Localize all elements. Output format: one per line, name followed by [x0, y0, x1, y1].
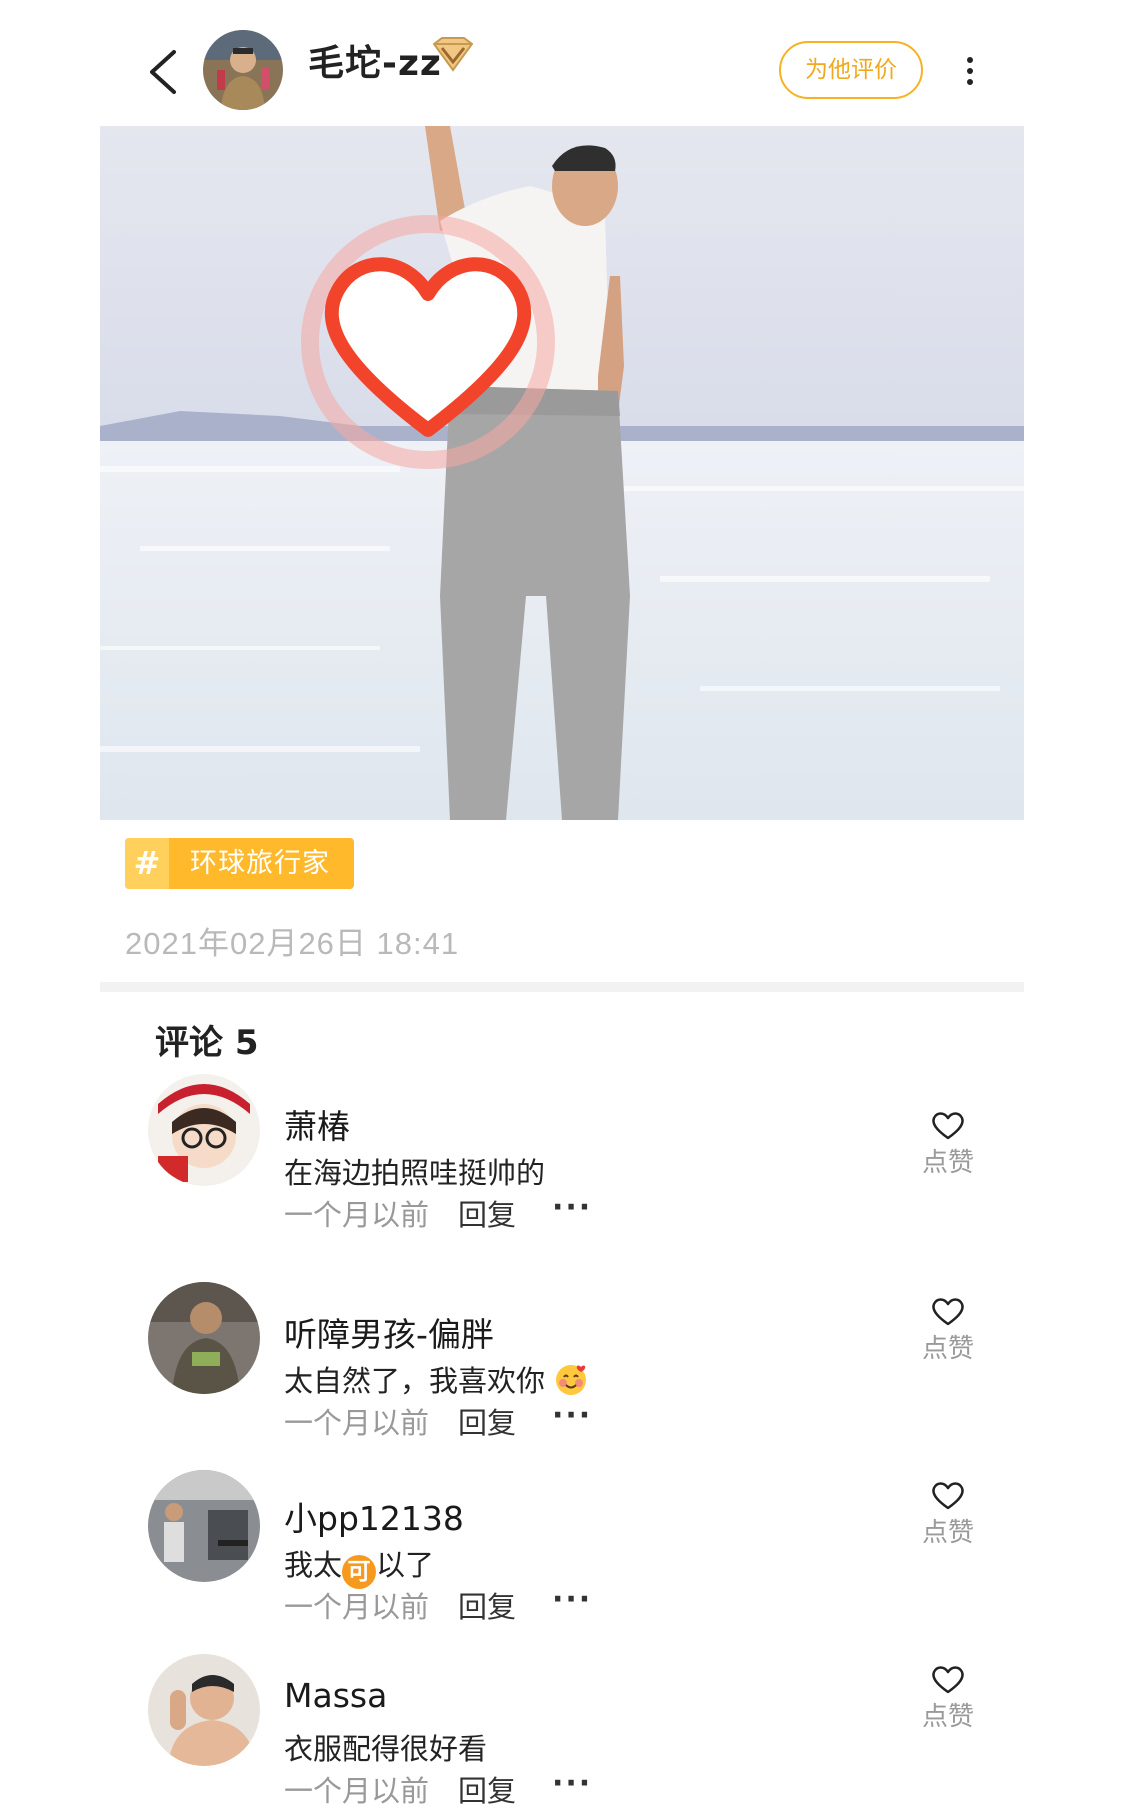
- reply-button[interactable]: 回复: [458, 1768, 516, 1810]
- smiling-face-with-hearts-emoji-icon: [556, 1365, 587, 1395]
- comment-time: 一个月以前: [284, 1406, 430, 1440]
- reply-button[interactable]: 回复: [458, 1584, 516, 1626]
- comment-like-button[interactable]: 点赞: [908, 1664, 988, 1733]
- comments-title: 评论 5: [155, 1023, 259, 1063]
- author-avatar[interactable]: [203, 30, 283, 110]
- heart-outline-icon: [932, 1112, 964, 1140]
- chevron-left-icon: [150, 50, 176, 94]
- commenter-name[interactable]: Massa: [284, 1676, 387, 1715]
- like-label: 点赞: [921, 1518, 974, 1548]
- comment-time: 一个月以前: [284, 1774, 430, 1808]
- comment-text: 太自然了，我喜欢你: [284, 1364, 546, 1398]
- hashtag-icon: #: [125, 838, 169, 889]
- comment-text-row: 太自然了，我喜欢你: [284, 1358, 588, 1400]
- reply-button[interactable]: 回复: [458, 1400, 516, 1442]
- comment-text-after: 以了: [376, 1548, 435, 1582]
- comment-more-icon[interactable]: ···: [552, 1582, 592, 1617]
- comment-more-icon[interactable]: ···: [552, 1190, 592, 1225]
- like-label: 点赞: [921, 1334, 974, 1364]
- more-options-icon[interactable]: [955, 52, 985, 92]
- comment-more-icon[interactable]: ···: [552, 1398, 592, 1433]
- commenter-name[interactable]: 小pp12138: [284, 1492, 464, 1540]
- post-photo[interactable]: [100, 126, 1024, 820]
- comment-like-button[interactable]: 点赞: [908, 1110, 988, 1179]
- post-date: 2021年02月26日 18:41: [125, 926, 460, 961]
- topic-tag-label: 环球旅行家: [190, 848, 330, 879]
- comment-like-button[interactable]: 点赞: [908, 1296, 988, 1365]
- commenter-avatar[interactable]: [148, 1470, 260, 1582]
- topic-tag[interactable]: # 环球旅行家: [125, 838, 354, 889]
- comment-time: 一个月以前: [284, 1590, 430, 1624]
- commenter-avatar[interactable]: [148, 1654, 260, 1766]
- heart-like-overlay-icon: [301, 215, 555, 469]
- vip-diamond-icon: [430, 36, 476, 74]
- heart-outline-icon: [932, 1666, 964, 1694]
- comment-text: 衣服配得很好看: [284, 1732, 488, 1766]
- heart-outline-icon: [932, 1298, 964, 1326]
- like-label: 点赞: [921, 1148, 974, 1178]
- commenter-avatar[interactable]: [148, 1282, 260, 1394]
- comment-more-icon[interactable]: ···: [552, 1766, 592, 1801]
- reply-button[interactable]: 回复: [458, 1192, 516, 1234]
- photo-image: [100, 126, 1024, 820]
- like-label: 点赞: [921, 1702, 974, 1732]
- commenter-name[interactable]: 萧椿: [284, 1100, 350, 1148]
- comment-text-before: 我太: [284, 1548, 343, 1582]
- author-username[interactable]: 毛坨-zz: [308, 34, 442, 86]
- heart-outline-icon: [932, 1482, 964, 1510]
- comment-time: 一个月以前: [284, 1198, 430, 1232]
- comment-text-row: 我太可以了: [284, 1542, 434, 1589]
- back-button[interactable]: [140, 42, 190, 102]
- rate-button[interactable]: 为他评价: [779, 41, 923, 99]
- comment-like-button[interactable]: 点赞: [908, 1480, 988, 1549]
- commenter-avatar[interactable]: [148, 1074, 260, 1186]
- section-divider: [100, 982, 1024, 992]
- comment-text: 在海边拍照哇挺帅的: [284, 1156, 546, 1190]
- commenter-name[interactable]: 听障男孩-偏胖: [284, 1308, 494, 1356]
